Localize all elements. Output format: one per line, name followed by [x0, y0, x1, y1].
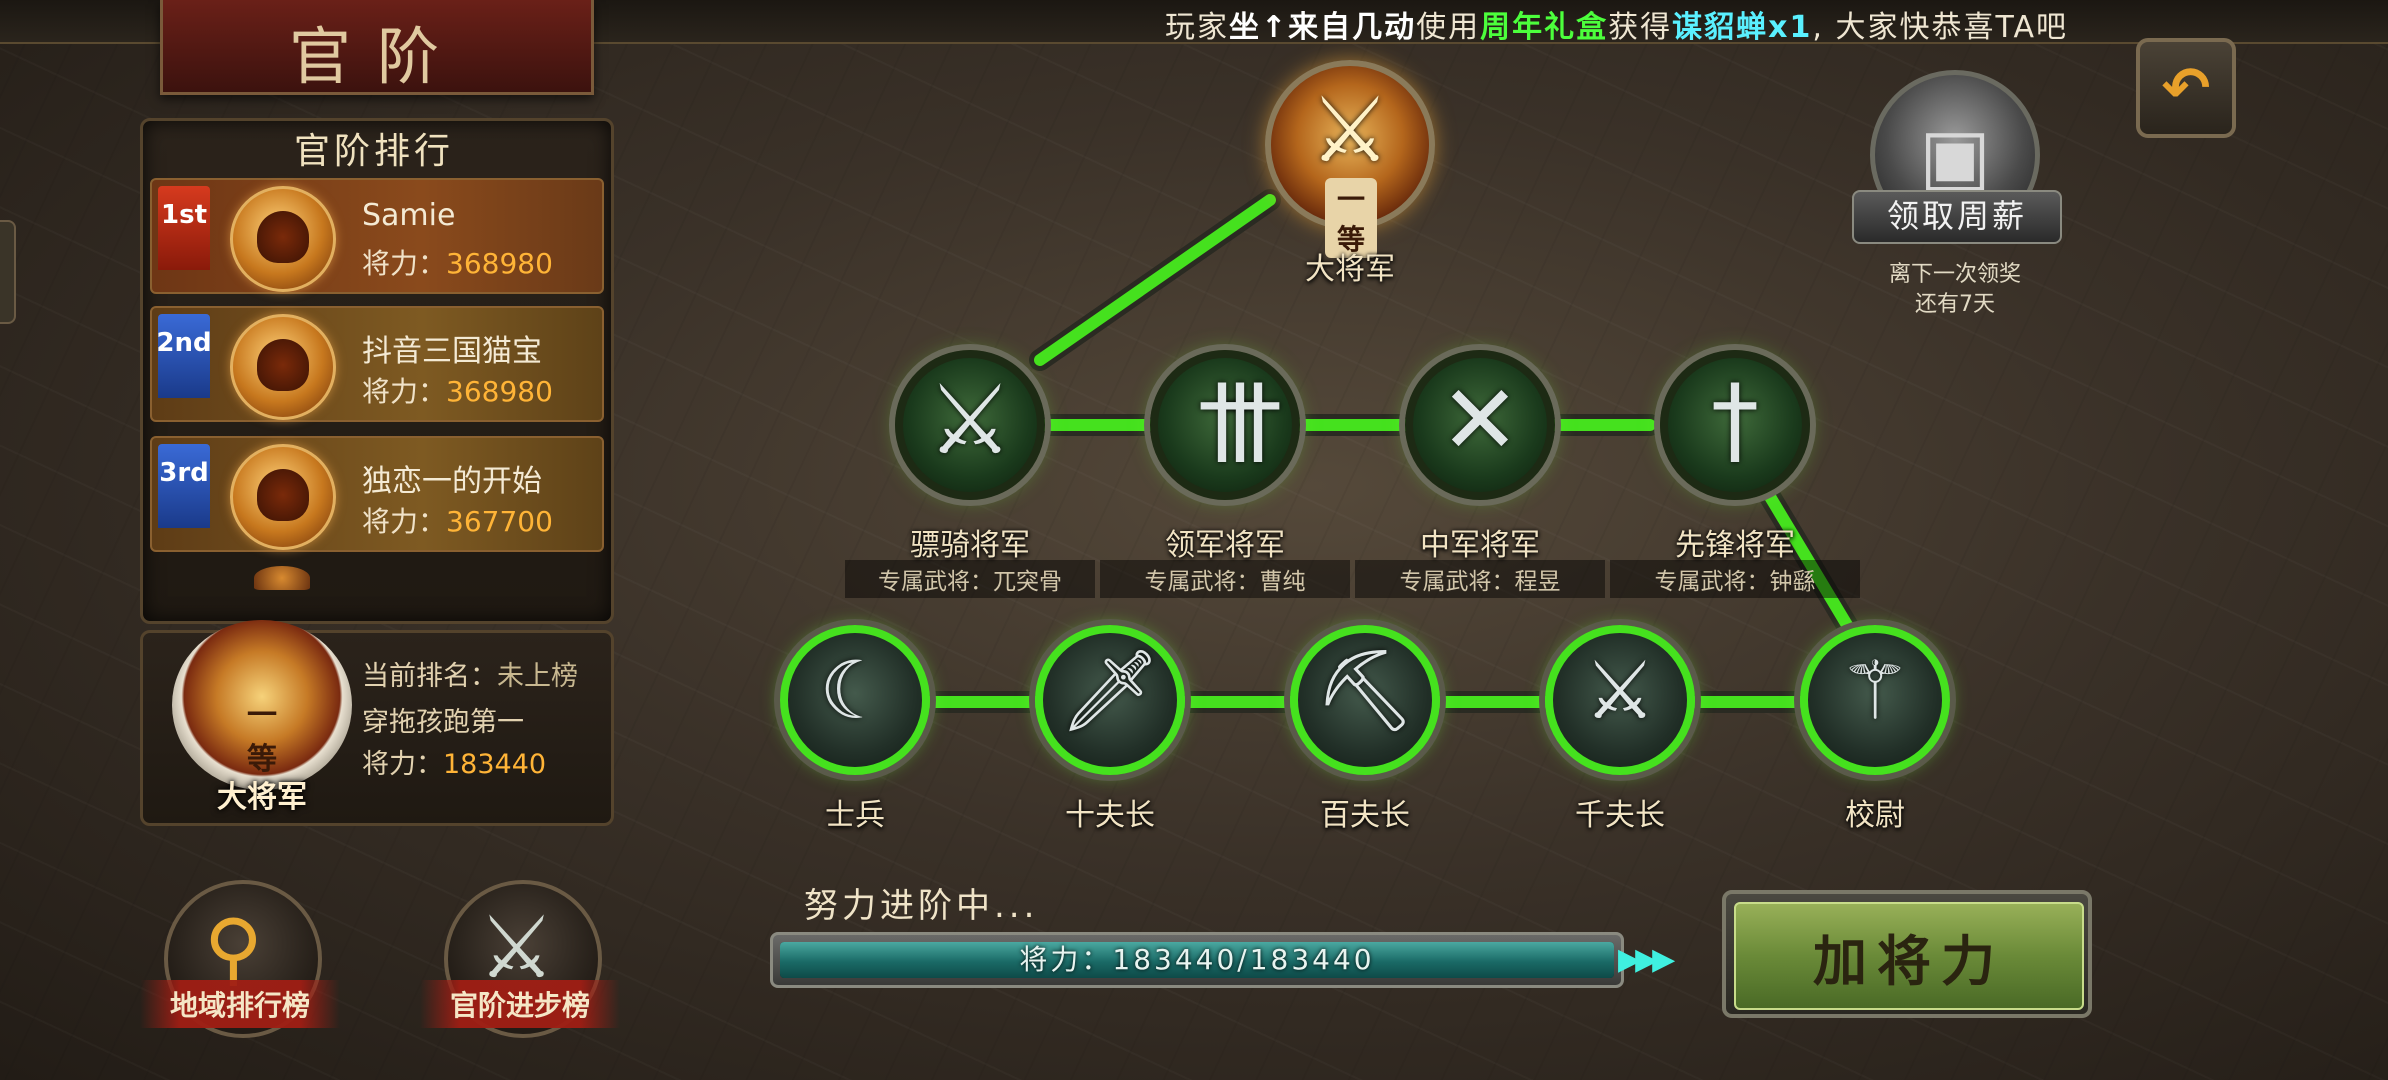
countdown-line-2: 还有7天: [1915, 292, 1995, 317]
countdown-line-1: 离下一次领奖: [1888, 262, 2021, 287]
crossed-axes-icon: ⚔: [1309, 78, 1391, 183]
rank-node-general-1[interactable]: ⚔: [895, 350, 1045, 500]
crossed-swords-icon: ✕: [1439, 364, 1521, 476]
rank-node-general-3[interactable]: ✕: [1405, 350, 1555, 500]
back-arrow-icon: ↶: [2161, 54, 2211, 122]
next-reward-countdown: 离下一次领奖 还有7天: [1840, 260, 2070, 320]
progress-text: 将力：183440/183440: [1019, 943, 1375, 976]
triple-swords-icon: †††: [1198, 364, 1282, 476]
rank-label: 千夫长: [1575, 798, 1665, 833]
crossed-swords-icon: ⚔: [926, 364, 1014, 476]
pickaxe-icon: ⛏: [1314, 644, 1416, 737]
rank-label: 百夫长: [1320, 798, 1410, 833]
sickle-icon: ☾: [819, 644, 891, 737]
rank-exclusive-general: 专属武将：钟繇: [1610, 560, 1860, 598]
rank-node-ten[interactable]: 🗡: [1035, 625, 1185, 775]
rank-node-captain[interactable]: ⚚: [1800, 625, 1950, 775]
rank-label: 中军将军: [1420, 528, 1540, 563]
add-power-button[interactable]: 加将力: [1722, 890, 2092, 1018]
rank-label: 校尉: [1845, 798, 1905, 833]
dagger-icon: 🗡: [1059, 644, 1161, 737]
rank-node-general-4[interactable]: †: [1660, 350, 1810, 500]
rank-exclusive-general: 专属武将：兀突骨: [845, 560, 1095, 598]
rank-node-general-2[interactable]: †††: [1150, 350, 1300, 500]
rank-label-top: 大将军: [1305, 252, 1395, 287]
progress-track: 将力：183440/183440: [780, 942, 1614, 978]
rank-label: 士兵: [825, 798, 885, 833]
add-power-label: 加将力: [1734, 902, 2084, 1010]
progress-arrows-icon: ▶▶▶: [1618, 942, 1675, 977]
power-progress-bar: 将力：183440/183440: [770, 932, 1624, 988]
rank-label: 骠骑将军: [910, 528, 1030, 563]
rank-exclusive-general: 专属武将：曹纯: [1100, 560, 1350, 598]
rank-node-soldier[interactable]: ☾: [780, 625, 930, 775]
claim-weekly-salary-button[interactable]: 领取周薪: [1852, 190, 2062, 244]
rank-node-thousand[interactable]: ⚔: [1545, 625, 1695, 775]
back-button[interactable]: ↶: [2136, 38, 2236, 138]
glaive-icon: ⚚: [1839, 644, 1911, 737]
progress-caption: 努力进阶中...: [804, 886, 1039, 926]
rank-label: 先锋将军: [1675, 528, 1795, 563]
rank-label: 十夫长: [1065, 798, 1155, 833]
rank-exclusive-general: 专属武将：程昱: [1355, 560, 1605, 598]
rank-node-hundred[interactable]: ⛏: [1290, 625, 1440, 775]
sword-icon: †: [1711, 364, 1759, 476]
connector-general-top: [1034, 194, 1276, 366]
blade-icon: ⚔: [1584, 644, 1656, 737]
rank-label: 领军将军: [1165, 528, 1285, 563]
